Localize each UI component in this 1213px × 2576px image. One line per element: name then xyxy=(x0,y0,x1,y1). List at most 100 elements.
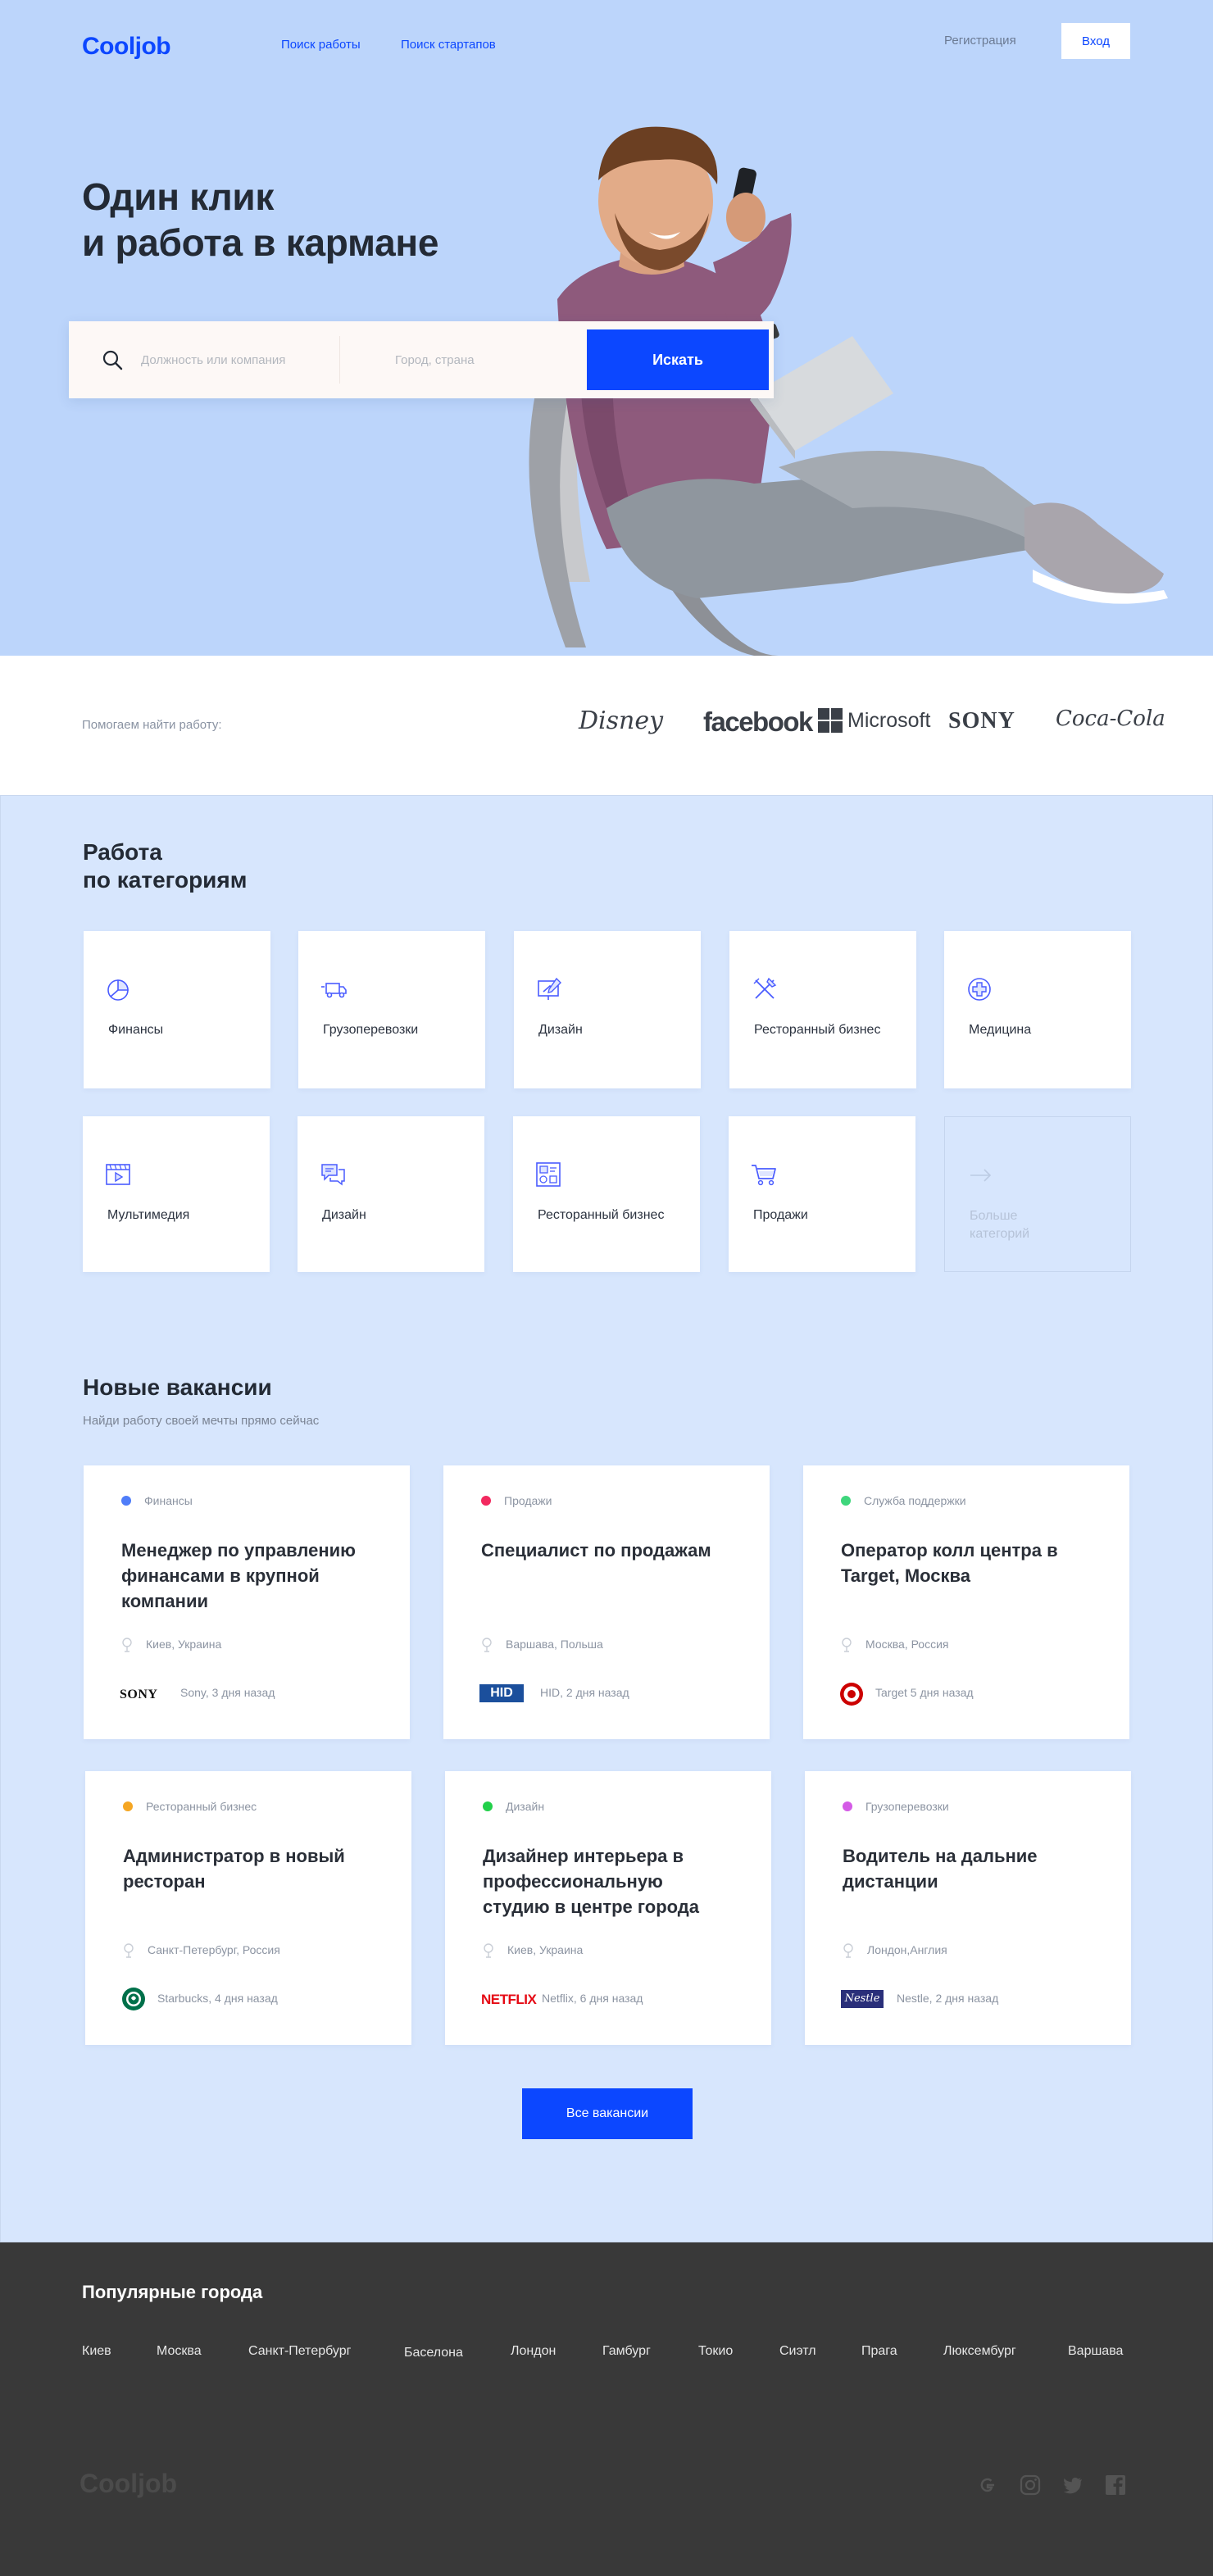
video-player-icon xyxy=(106,1164,130,1185)
category-label: Финансы xyxy=(108,1023,164,1037)
hero-title-line: Один клик xyxy=(82,175,275,218)
job-company: HID, 2 дня назад xyxy=(540,1686,629,1699)
hero-section: Cooljob Поиск работы Поиск стартапов Рег… xyxy=(0,0,1213,656)
job-title[interactable]: Водитель на дальние дистанции xyxy=(843,1843,1088,1894)
facebook-icon[interactable] xyxy=(1105,2474,1126,2496)
city-link[interactable]: Киев xyxy=(82,2344,111,2359)
sony-company-logo: SONY xyxy=(120,1688,158,1701)
city-link[interactable]: Прага xyxy=(861,2344,897,2359)
city-link[interactable]: Варшава xyxy=(1068,2344,1123,2359)
tablet xyxy=(754,336,893,451)
category-card-trucking[interactable]: Грузоперевозки xyxy=(298,931,485,1088)
category-dot xyxy=(481,1496,491,1506)
category-card-multimedia[interactable]: Мультимедия xyxy=(83,1116,270,1272)
location-pin-icon xyxy=(842,1638,852,1652)
fork-knife-icon xyxy=(753,977,777,999)
job-company: Starbucks, 4 дня назад xyxy=(157,1992,278,2005)
search-icon xyxy=(102,350,123,370)
target-logo-icon xyxy=(840,1683,863,1706)
register-link[interactable]: Регистрация xyxy=(944,34,1016,48)
city-link[interactable]: Санкт-Петербург xyxy=(248,2344,351,2359)
nav-startup-search-link[interactable]: Поиск стартапов xyxy=(401,38,496,52)
job-category: Ресторанный бизнес xyxy=(146,1800,257,1813)
categories-title-line: по категориям xyxy=(83,867,248,893)
hero-title-line: и работа в кармане xyxy=(82,221,439,264)
job-card[interactable]: Финансы Менеджер по управлению финансами… xyxy=(84,1465,410,1739)
job-category: Продажи xyxy=(504,1494,552,1507)
city-link[interactable]: Люксембург xyxy=(943,2344,1016,2359)
city-link[interactable]: Москва xyxy=(157,2344,202,2359)
job-title[interactable]: Оператор колл центра в Target, Москва xyxy=(841,1538,1087,1588)
job-card[interactable]: Служба поддержки Оператор колл центра в … xyxy=(803,1465,1129,1739)
search-button[interactable]: Искать xyxy=(587,329,769,390)
more-categories-label: Больше категорий xyxy=(970,1209,1030,1241)
twitter-icon[interactable] xyxy=(1062,2474,1084,2496)
job-category: Дизайн xyxy=(506,1800,545,1813)
more-categories-card[interactable]: Больше категорий xyxy=(944,1116,1131,1272)
login-button[interactable]: Вход xyxy=(1061,23,1130,59)
location-pin-icon xyxy=(124,1943,134,1958)
starbucks-logo-icon xyxy=(122,1988,145,2010)
city-link[interactable]: Лондон xyxy=(511,2344,556,2359)
job-title[interactable]: Менеджер по управлению финансами в крупн… xyxy=(121,1538,367,1614)
category-card-restaurant[interactable]: Ресторанный бизнес xyxy=(729,931,916,1088)
job-company: Nestle, 2 дня назад xyxy=(897,1992,999,2005)
footer: Популярные города Киев Москва Санкт-Пете… xyxy=(0,2242,1213,2576)
city-link[interactable]: Токио xyxy=(698,2344,733,2359)
job-title[interactable]: Администратор в новый ресторан xyxy=(123,1843,369,1894)
category-card-design[interactable]: Дизайн xyxy=(514,931,701,1088)
category-card-finance[interactable]: Финансы xyxy=(84,931,270,1088)
nav-job-search-link[interactable]: Поиск работы xyxy=(281,38,361,52)
job-search-input[interactable] xyxy=(141,341,329,379)
city-link[interactable]: Сиэтл xyxy=(779,2344,816,2359)
location-pin-icon xyxy=(484,1943,493,1958)
all-vacancies-button[interactable]: Все вакансии xyxy=(522,2088,693,2139)
location-pin-icon xyxy=(122,1638,132,1652)
category-card-medicine[interactable]: Медицина xyxy=(944,931,1131,1088)
google-icon[interactable] xyxy=(977,2474,998,2496)
job-title[interactable]: Специалист по продажам xyxy=(481,1538,727,1563)
job-location: Киев, Украина xyxy=(146,1638,222,1651)
job-card[interactable]: Дизайн Дизайнер интерьера в профессионал… xyxy=(445,1771,771,2045)
sony-logo: SONY xyxy=(948,708,1015,734)
search-divider xyxy=(339,336,340,384)
job-title[interactable]: Дизайнер интерьера в профессиональную ст… xyxy=(483,1843,729,1920)
job-company: Netflix, 6 дня назад xyxy=(542,1992,643,2005)
city-link[interactable]: Баселона xyxy=(404,2346,463,2360)
category-label: Ресторанный бизнес xyxy=(538,1208,665,1222)
popular-cities-title: Популярные города xyxy=(82,2282,263,2302)
category-card-design-2[interactable]: Дизайн xyxy=(298,1116,484,1272)
city-link[interactable]: Гамбург xyxy=(602,2344,651,2359)
instagram-icon[interactable] xyxy=(1020,2474,1041,2496)
logo[interactable]: Cooljob xyxy=(82,33,171,61)
categories-title-line: Работа xyxy=(83,839,162,865)
chat-bubbles-icon xyxy=(321,1164,345,1186)
job-location: Санкт-Петербург, Россия xyxy=(148,1943,280,1956)
footer-logo[interactable]: Cooljob xyxy=(80,2469,177,2499)
category-card-restaurant-2[interactable]: Ресторанный бизнес xyxy=(513,1116,700,1272)
category-card-sales[interactable]: Продажи xyxy=(729,1116,915,1272)
hand xyxy=(726,193,766,242)
job-category: Финансы xyxy=(144,1494,193,1507)
design-board-icon xyxy=(538,977,561,1000)
microsoft-wordmark: Microsoft xyxy=(847,708,931,732)
job-card[interactable]: Ресторанный бизнес Администратор в новый… xyxy=(85,1771,411,2045)
coca-cola-logo: Coca-Cola xyxy=(1056,706,1165,731)
microsoft-logo: Microsoft xyxy=(818,708,930,733)
disney-logo: Disney xyxy=(579,706,664,735)
main-section: Работа по категориям Финансы Грузоперево… xyxy=(0,795,1213,2242)
categories-title: Работа по категориям xyxy=(83,838,247,894)
pie-chart-icon xyxy=(107,979,129,1001)
category-dot xyxy=(483,1801,493,1811)
category-dot xyxy=(121,1496,131,1506)
category-dot xyxy=(843,1801,852,1811)
nestle-company-logo: Nestle xyxy=(841,1990,884,2008)
job-card[interactable]: Продажи Специалист по продажам Варшава, … xyxy=(443,1465,770,1739)
search-bar: Искать xyxy=(69,321,774,398)
cart-icon xyxy=(752,1165,776,1186)
partners-label: Помогаем найти работу: xyxy=(82,718,222,732)
facebook-logo: facebook xyxy=(703,706,813,737)
category-dot xyxy=(841,1496,851,1506)
job-card[interactable]: Грузоперевозки Водитель на дальние диста… xyxy=(805,1771,1131,2045)
job-category: Служба поддержки xyxy=(864,1494,966,1507)
